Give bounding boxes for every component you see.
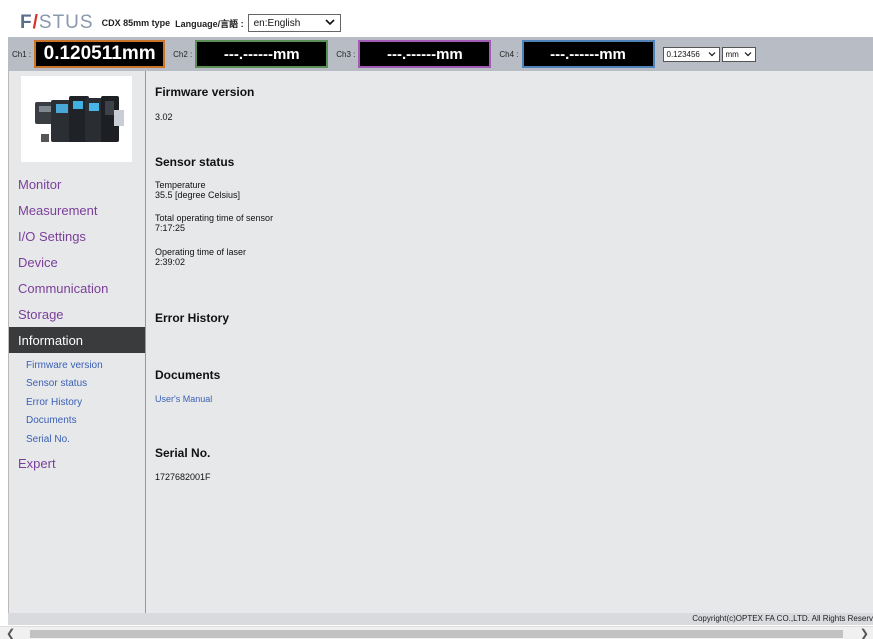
precision-select-value: 0.123456: [666, 49, 700, 59]
sensor-time-value: 7:17:25: [155, 223, 186, 233]
documents-title: Documents: [155, 368, 221, 382]
model-name: CDX 85mm type: [101, 18, 171, 28]
unit-select-value: mm: [725, 49, 739, 59]
footer: Copyright(c)OPTEX FA CO.,LTD. All Rights…: [8, 613, 873, 625]
chevron-left-icon[interactable]: ❮: [6, 627, 15, 639]
precision-select[interactable]: 0.123456: [662, 46, 720, 62]
error-history-title: Error History: [155, 311, 230, 325]
horizontal-scrollbar[interactable]: ❮ ❯: [0, 626, 873, 639]
ch1-display: 0.120511mm: [34, 40, 166, 68]
language-label: Language/言語 :: [175, 18, 244, 29]
header-bar: F/STUS CDX 85mm type Language/言語 : en:En…: [8, 9, 873, 37]
subnav-item-documents[interactable]: Documents: [9, 412, 145, 431]
ch4-label: Ch4 :: [499, 49, 519, 59]
chevron-down-icon: [325, 18, 335, 29]
copyright-text: Copyright(c)OPTEX FA CO.,LTD. All Rights…: [692, 614, 873, 623]
unit-select[interactable]: mm: [721, 46, 756, 62]
ch2-label: Ch2 :: [173, 49, 193, 59]
main-content: Firmware version 3.02 Sensor status Temp…: [146, 71, 873, 613]
laser-time-label: Operating time of laser: [155, 247, 247, 257]
ch3-display: ---.------mm: [358, 40, 492, 68]
language-select-value: en:English: [253, 17, 301, 29]
sensor-status-title: Sensor status: [155, 155, 235, 169]
ch2-display: ---.------mm: [195, 40, 329, 68]
ch1-label: Ch1 :: [12, 49, 32, 59]
temperature-label: Temperature: [155, 180, 206, 190]
ch4-display: ---.------mm: [521, 40, 655, 68]
sidebar-item-device[interactable]: Device: [9, 249, 145, 275]
channel-bar: Ch1 : 0.120511mm Ch2 : ---.------mm Ch3 …: [8, 37, 873, 71]
language-select[interactable]: en:English: [247, 14, 341, 32]
ch3-label: Ch3 :: [336, 49, 356, 59]
serial-no-title: Serial No.: [155, 446, 211, 460]
sidebar-nav: Monitor Measurement I/O Settings Device …: [9, 171, 145, 477]
firmware-version-value: 3.02: [155, 112, 173, 122]
information-subnav: Firmware version Sensor status Error His…: [9, 353, 145, 451]
subnav-item-error-history[interactable]: Error History: [9, 393, 145, 412]
sidebar-item-expert[interactable]: Expert: [9, 451, 145, 477]
sensor-time-label: Total operating time of sensor: [155, 213, 274, 223]
serial-no-value: 1727682001F: [155, 472, 211, 482]
product-image: [21, 76, 132, 162]
laser-time-value: 2:39:02: [155, 257, 186, 267]
sidebar-item-monitor[interactable]: Monitor: [9, 171, 145, 197]
sidebar-item-information[interactable]: Information: [9, 327, 145, 353]
sidebar-item-measurement[interactable]: Measurement: [9, 197, 145, 223]
sidebar: Monitor Measurement I/O Settings Device …: [8, 71, 146, 613]
temperature-value: 35.5 [degree Celsius]: [155, 190, 241, 200]
chevron-right-icon[interactable]: ❯: [860, 627, 869, 639]
firmware-version-title: Firmware version: [155, 85, 255, 99]
chevron-down-icon: [708, 50, 716, 59]
users-manual-link[interactable]: User's Manual: [155, 394, 212, 404]
sidebar-item-io-settings[interactable]: I/O Settings: [9, 223, 145, 249]
subnav-item-serial-no[interactable]: Serial No.: [9, 430, 145, 449]
chevron-down-icon: [744, 50, 752, 59]
fastus-logo: F/STUS: [20, 12, 94, 33]
subnav-item-sensor-status[interactable]: Sensor status: [9, 375, 145, 394]
sidebar-item-communication[interactable]: Communication: [9, 275, 145, 301]
sidebar-item-storage[interactable]: Storage: [9, 301, 145, 327]
scrollbar-thumb[interactable]: [30, 630, 843, 638]
subnav-item-firmware-version[interactable]: Firmware version: [9, 356, 145, 375]
